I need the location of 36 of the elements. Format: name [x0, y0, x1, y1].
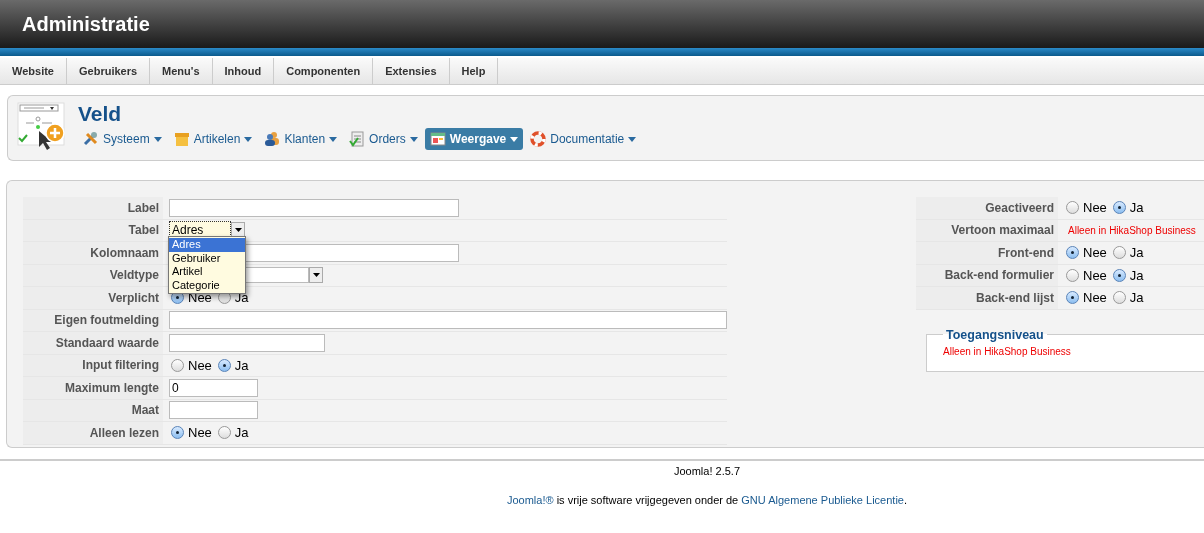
notice-text: Alleen in HikaShop Business	[1068, 224, 1196, 236]
field-label: Vertoon maximaal	[916, 219, 1058, 241]
header-title: Administratie	[22, 12, 150, 36]
field-label: Back-end lijst	[916, 287, 1058, 309]
fieldset-legend: Toegangsniveau	[943, 327, 1047, 342]
field-label: Kolomnaam	[23, 242, 163, 264]
radio-label: Ja	[1129, 245, 1144, 261]
field-label: Alleen lezen	[23, 422, 163, 444]
radio-label: Ja	[1129, 290, 1144, 306]
notice-text: Alleen in HikaShop Business	[943, 345, 1072, 357]
version-text: Joomla! 2.5.7	[672, 465, 741, 477]
field-label: Front-end	[916, 242, 1058, 264]
page-title: Veld	[78, 102, 123, 126]
radio-label: Ja	[234, 425, 249, 441]
field-label: Maximum lengte	[23, 377, 163, 399]
radio-label: Ja	[1129, 267, 1144, 283]
field-label: Tabel	[23, 219, 163, 241]
field-label: Input filtering	[23, 354, 163, 376]
field-label: Label	[23, 197, 163, 219]
field-label: Eigen foutmelding	[23, 309, 163, 331]
radio-label: Nee	[188, 357, 212, 373]
radio-label: Nee	[188, 290, 212, 306]
field-label: Maat	[23, 399, 163, 421]
radio-label: Nee	[1083, 290, 1107, 306]
radio-label: Nee	[1083, 200, 1107, 216]
radio-label: Nee	[1083, 267, 1107, 283]
radio-label: Ja	[1129, 200, 1144, 216]
field-label: Standaard waarde	[23, 332, 163, 354]
field-label: Veldtype	[23, 264, 163, 286]
field-label: Geactiveerd	[916, 197, 1058, 219]
radio-label: Nee	[188, 425, 212, 441]
radio-label: Nee	[1083, 245, 1107, 261]
radio-label: Ja	[234, 357, 249, 373]
license-text: Joomla!® is vrije software vrijgegeven onder de GNU Algemene Publieke Licentie.	[505, 494, 909, 506]
field-label: Verplicht	[23, 287, 163, 309]
field-label: Back-end formulier	[916, 264, 1058, 286]
